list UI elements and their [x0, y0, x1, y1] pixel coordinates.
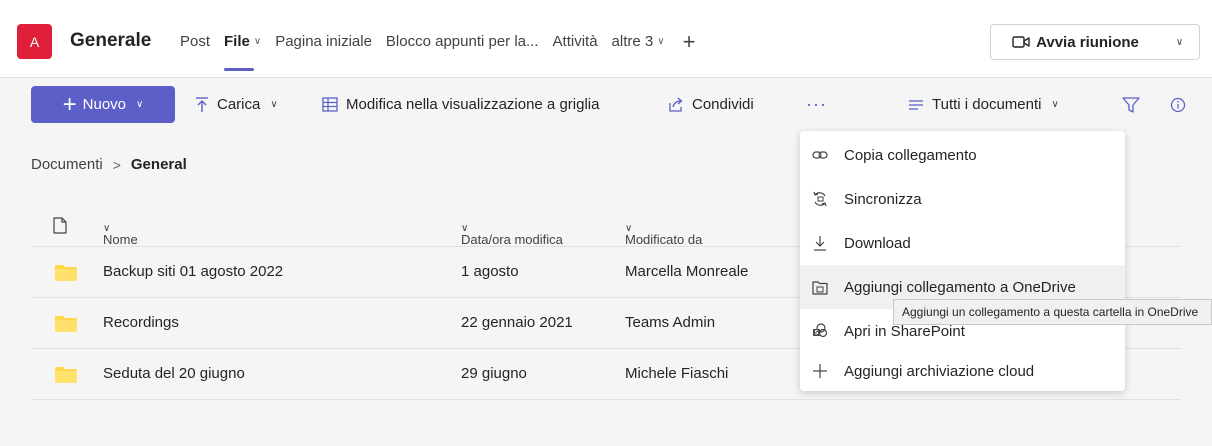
team-avatar[interactable]: A: [17, 24, 52, 59]
chevron-down-icon: ∨: [1051, 99, 1059, 110]
add-tab-plus-icon[interactable]: +: [683, 30, 696, 52]
list-view-icon: [908, 99, 924, 111]
breadcrumb-current: General: [130, 156, 187, 173]
breadcrumb: Documenti > General: [31, 156, 187, 173]
meeting-options-chevron-icon[interactable]: ∨: [1160, 24, 1200, 60]
tab-attivita[interactable]: Attività: [553, 33, 598, 50]
chevron-down-icon: ∨: [136, 99, 144, 110]
file-modified: 1 agosto: [461, 263, 519, 280]
file-modified: 29 giugno: [461, 365, 527, 382]
file-name[interactable]: Recordings: [103, 314, 179, 331]
share-button[interactable]: Condividi: [668, 96, 754, 113]
upload-icon: [195, 96, 209, 113]
column-modified-label: Data/ora modifica: [461, 232, 563, 247]
info-icon[interactable]: [1170, 97, 1186, 118]
file-type-icon: [53, 217, 67, 237]
channel-tabs: Post File ∨ Pagina iniziale Blocco appunt…: [180, 30, 709, 71]
onedrive-shortcut-icon: [809, 280, 831, 295]
sync-icon: [809, 191, 831, 207]
menu-item-label: Copia collegamento: [844, 146, 977, 164]
grid-edit-label: Modifica nella visualizzazione a griglia: [346, 96, 600, 113]
tab-pagina-iniziale[interactable]: Pagina iniziale: [275, 33, 372, 50]
folder-icon: [55, 265, 77, 281]
plus-icon: +: [62, 90, 77, 118]
command-bar: + Nuovo ∨ Carica ∨ Modifica nella visual…: [0, 79, 1212, 131]
share-label: Condividi: [692, 96, 754, 113]
share-icon: [668, 97, 684, 112]
link-icon: [809, 149, 831, 161]
tab-altre-label: altre 3: [611, 33, 654, 50]
tab-file-label: File: [224, 33, 250, 50]
plus-icon: [809, 363, 831, 379]
file-modified: 22 gennaio 2021: [461, 314, 573, 331]
tab-post-label: Post: [180, 33, 211, 50]
view-selector-label: Tutti i documenti: [932, 96, 1042, 113]
menu-item-label: Aggiungi archiviazione cloud: [844, 362, 1035, 380]
menu-item-label: Download: [844, 234, 911, 252]
file-modified-by: Michele Fiaschi: [625, 365, 729, 382]
file-modified-by: Marcella Monreale: [625, 263, 749, 280]
column-name-label: Nome: [103, 232, 138, 247]
more-options-menu: Copia collegamento Sincronizza Download …: [800, 131, 1125, 391]
tab-attivita-label: Attività: [552, 33, 598, 50]
new-button[interactable]: + Nuovo ∨: [31, 86, 175, 123]
start-meeting-label: Avvia riunione: [1036, 33, 1139, 51]
breadcrumb-root[interactable]: Documenti: [31, 156, 103, 173]
chevron-down-icon: ∨: [253, 36, 262, 47]
folder-icon: [55, 316, 77, 332]
file-name[interactable]: Seduta del 20 giugno: [103, 365, 245, 382]
video-camera-icon: [1012, 36, 1030, 48]
more-options-icon[interactable]: ···: [806, 94, 827, 115]
menu-item-sync[interactable]: Sincronizza: [800, 177, 1125, 221]
download-icon: [809, 235, 831, 251]
svg-text:S: S: [814, 330, 818, 337]
menu-item-copy-link[interactable]: Copia collegamento: [800, 133, 1125, 177]
file-modified-by: Teams Admin: [625, 314, 716, 331]
tab-file[interactable]: File ∨: [224, 33, 262, 71]
menu-item-add-cloud-storage[interactable]: Aggiungi archiviazione cloud: [800, 353, 1125, 389]
tab-pagina-iniziale-label: Pagina iniziale: [275, 33, 372, 50]
filter-icon[interactable]: [1122, 97, 1140, 118]
breadcrumb-separator-icon: >: [112, 156, 121, 173]
menu-item-label: Apri in SharePoint: [844, 322, 965, 340]
upload-label: Carica: [217, 96, 261, 113]
chevron-down-icon: ∨: [657, 36, 665, 47]
folder-icon: [55, 367, 77, 383]
menu-item-download[interactable]: Download: [800, 221, 1125, 265]
tab-post[interactable]: Post: [180, 33, 210, 50]
grid-edit-button[interactable]: Modifica nella visualizzazione a griglia: [322, 96, 599, 113]
chevron-down-icon: ∨: [270, 99, 278, 110]
upload-button[interactable]: Carica ∨: [195, 96, 278, 113]
tab-altre[interactable]: altre 3 ∨: [612, 33, 665, 50]
view-selector[interactable]: Tutti i documenti ∨: [908, 96, 1059, 113]
grid-icon: [322, 97, 338, 112]
tooltip: Aggiungi un collegamento a questa cartel…: [893, 299, 1212, 325]
column-header-modified[interactable]: Data/ora modifica ∨: [461, 219, 563, 247]
column-modified-by-label: Modificato da: [625, 232, 703, 247]
column-header-modified-by[interactable]: Modificato da ∨: [625, 219, 702, 247]
menu-item-label: Aggiungi collegamento a OneDrive: [844, 278, 1076, 296]
tab-blocco-appunti-label: Blocco appunti per la...: [385, 33, 539, 50]
tab-blocco-appunti[interactable]: Blocco appunti per la...: [386, 33, 539, 50]
column-header-name[interactable]: Nome ∨: [103, 219, 138, 247]
start-meeting-button[interactable]: Avvia riunione: [990, 24, 1161, 60]
file-name[interactable]: Backup siti 01 agosto 2022: [103, 263, 283, 280]
team-name: Generale: [70, 30, 152, 51]
new-button-label: Nuovo: [82, 96, 127, 113]
menu-item-label: Sincronizza: [844, 190, 922, 208]
sharepoint-icon: S: [809, 323, 831, 339]
team-header: A Generale Post File ∨ Pagina iniziale Bl…: [0, 0, 1212, 78]
